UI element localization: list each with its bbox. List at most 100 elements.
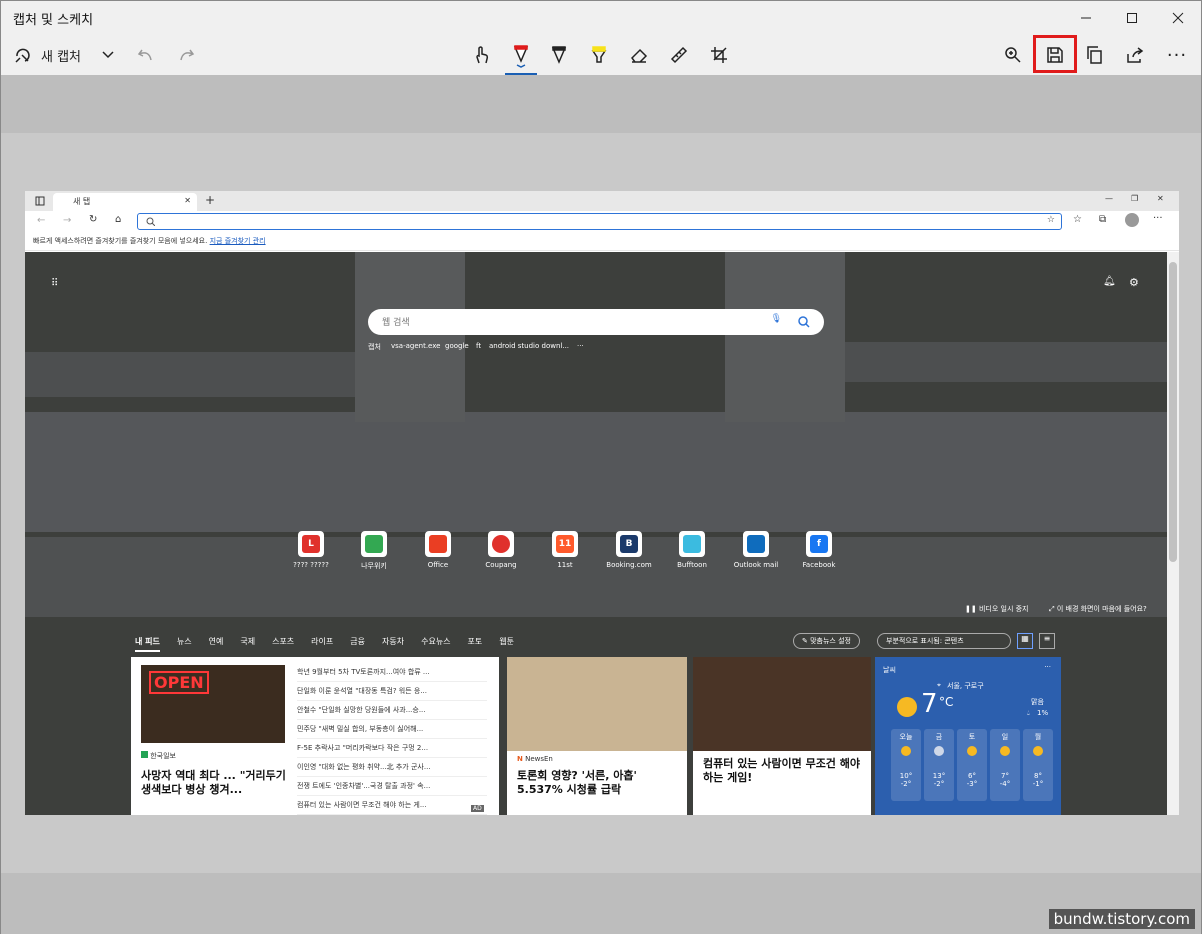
forecast-day[interactable]: 토 6° -3°: [957, 729, 987, 801]
quick-link-tile[interactable]: f Facebook: [791, 531, 847, 569]
quick-link-tile[interactable]: L ???? ?????: [283, 531, 339, 569]
new-tab-icon[interactable]: +: [205, 193, 215, 207]
browser-close-icon[interactable]: ✕: [1157, 194, 1164, 203]
back-icon[interactable]: ←: [37, 215, 45, 226]
quick-link-tile[interactable]: Office: [410, 531, 466, 569]
quick-link-tile[interactable]: 나무위키: [346, 531, 402, 571]
notification-bell-icon[interactable]: 🔔︎: [1103, 276, 1116, 287]
close-button[interactable]: [1155, 1, 1201, 35]
news-tab[interactable]: 라이프: [311, 636, 333, 652]
news-list-item[interactable]: 안철수 "단일화 실망한 당원들에 사과...승...: [297, 701, 487, 720]
news-list-item[interactable]: 이인영 "대화 없는 평화 취약...北 추가 군사...: [297, 758, 487, 777]
news-tab[interactable]: 뉴스: [177, 636, 192, 652]
news-card-entertainment[interactable]: N NewsEn 토론회 영향? '서른, 아홉' 5.537% 시청률 급락: [507, 657, 687, 815]
ballpoint-pen-button[interactable]: [505, 39, 537, 75]
quick-link-tile[interactable]: 11 11st: [537, 531, 593, 569]
pause-video-button[interactable]: ❚❚ 비디오 일시 중지: [965, 604, 1029, 614]
personalize-button[interactable]: ✎ 맞춤뉴스 설정: [793, 633, 860, 649]
quick-link-tile[interactable]: B Booking.com: [601, 531, 657, 569]
display-mode-dropdown[interactable]: 부분적으로 표시됨: 콘텐츠: [877, 633, 1011, 649]
news-card-main[interactable]: OPEN 한국일보 사망자 역대 최다 ... "거리두기 생색보다 병상 챙겨…: [131, 657, 499, 815]
more-options-button[interactable]: ···: [1161, 39, 1193, 71]
browser-tab[interactable]: 새 탭 ✕: [53, 193, 197, 211]
news-list-item[interactable]: 컴퓨터 있는 사람이면 무조건 해야 하는 게...: [297, 796, 487, 815]
news-tab[interactable]: 웹툰: [499, 636, 514, 652]
news-tab[interactable]: 금융: [350, 636, 365, 652]
favorites-hint: 빠르게 액세스하려면 즐겨찾기를 즐겨찾기 모음에 넣으세요.: [33, 237, 208, 245]
refresh-icon[interactable]: ↻: [89, 214, 97, 225]
quick-search-chip[interactable]: vsa-agent.exe: [391, 342, 440, 350]
quick-search-more[interactable]: ···: [577, 342, 584, 350]
weather-location[interactable]: 서울, 구로구: [947, 681, 984, 691]
quick-link-tile[interactable]: Coupang: [473, 531, 529, 569]
captured-image[interactable]: 새 탭 ✕ + — ❐ ✕ ← → ↻ ⌂ ☆ ☆ ⧉ ··· 빠르게 액세스하…: [25, 191, 1179, 815]
ruler-button[interactable]: [665, 39, 693, 71]
pencil-button[interactable]: [545, 39, 573, 71]
eraser-button[interactable]: [625, 39, 653, 71]
touch-writing-button[interactable]: [467, 39, 495, 71]
highlighter-button[interactable]: [585, 39, 613, 71]
forecast-day[interactable]: 금 13° -2°: [924, 729, 954, 801]
scrollbar-thumb[interactable]: [1169, 262, 1177, 562]
manage-favorites-link[interactable]: 지금 즐겨찾기 관리: [210, 237, 266, 245]
news-headline[interactable]: 토론회 영향? '서른, 아홉' 5.537% 시청률 급락: [517, 769, 677, 797]
redo-button[interactable]: [173, 39, 199, 71]
tab-close-icon[interactable]: ✕: [184, 196, 191, 205]
news-list-item[interactable]: 전쟁 트에도 '인종차별'...국경 탈출 과정' 속...: [297, 777, 487, 796]
news-tab[interactable]: 스포츠: [272, 636, 294, 652]
news-tab[interactable]: 수요뉴스: [421, 636, 450, 652]
share-button[interactable]: [1121, 39, 1149, 71]
address-bar[interactable]: ☆: [137, 213, 1062, 230]
favorite-star-icon[interactable]: ☆: [1047, 215, 1055, 225]
news-list-item[interactable]: 단일화 이룬 윤석열 "대장동 특검? 워든 응...: [297, 682, 487, 701]
quick-link-tile[interactable]: Outlook mail: [728, 531, 784, 569]
news-list-item[interactable]: 민주당 "새벽 밀실 합의, 부동층이 싫어해...: [297, 720, 487, 739]
news-tab[interactable]: 내 피드: [135, 636, 160, 652]
highway-ramp-right: [725, 252, 845, 422]
forecast-day[interactable]: 오늘 10° -2°: [891, 729, 921, 801]
microphone-icon[interactable]: 🎙︎: [771, 314, 782, 324]
quick-search-chip[interactable]: google: [445, 342, 469, 350]
news-tab[interactable]: 연예: [209, 636, 224, 652]
settings-gear-icon[interactable]: ⚙: [1129, 276, 1139, 289]
browser-restore-icon[interactable]: ❐: [1131, 194, 1138, 203]
crop-button[interactable]: [705, 39, 733, 71]
quick-search-chip[interactable]: ft: [476, 342, 481, 350]
news-list-item[interactable]: 학년 9월부터 5차 TV토론까지...여야 합류 ...: [297, 663, 487, 682]
collections-icon[interactable]: ⧉: [1099, 214, 1106, 225]
zoom-button[interactable]: [999, 39, 1027, 71]
browser-minimize-icon[interactable]: —: [1105, 194, 1113, 203]
apps-grid-icon[interactable]: ⠿: [51, 278, 58, 289]
weather-more-icon[interactable]: ···: [1044, 663, 1051, 671]
quick-link-tile[interactable]: Bufftoon: [664, 531, 720, 569]
search-submit-icon[interactable]: [798, 316, 810, 328]
page-scrollbar[interactable]: [1167, 252, 1179, 815]
forecast-day[interactable]: 월 8° -1°: [1023, 729, 1053, 801]
news-card-ad[interactable]: 컴퓨터 있는 사람이면 무조건 해야 하는 게임!: [693, 657, 871, 815]
undo-button[interactable]: [133, 39, 159, 71]
favorites-icon[interactable]: ☆: [1073, 214, 1082, 225]
news-tab[interactable]: 국제: [240, 636, 255, 652]
background-feedback[interactable]: ⤢ 이 배경 화면이 마음에 들어요?: [1049, 604, 1147, 614]
capture-mode-dropdown[interactable]: [97, 39, 119, 71]
news-list-item[interactable]: F-5E 추락사고 "머리카락보다 작은 구멍 2...: [297, 739, 487, 758]
quick-search-chip[interactable]: android studio downl...: [489, 342, 569, 350]
forecast-day[interactable]: 일 7° -4°: [990, 729, 1020, 801]
news-headline[interactable]: 컴퓨터 있는 사람이면 무조건 해야 하는 게임!: [703, 757, 863, 785]
quick-search-chip[interactable]: 캡처: [368, 342, 381, 352]
temperature-unit[interactable]: °C: [939, 695, 953, 709]
web-search-box[interactable]: 웹 검색 🎙︎: [368, 309, 824, 335]
copy-button[interactable]: [1081, 39, 1109, 71]
browser-menu-icon[interactable]: ···: [1153, 213, 1163, 224]
news-headline[interactable]: 사망자 역대 최다 ... "거리두기 생색보다 병상 챙겨...: [141, 769, 291, 797]
grid-view-icon[interactable]: ▦: [1017, 633, 1033, 649]
profile-avatar[interactable]: [1125, 213, 1139, 227]
list-view-icon[interactable]: ≡: [1039, 633, 1055, 649]
news-tab[interactable]: 포토: [468, 636, 483, 652]
forward-icon[interactable]: →: [63, 215, 71, 226]
maximize-button[interactable]: [1109, 1, 1155, 35]
weather-card[interactable]: 날씨 ··· ⌖ 서울, 구로구 7 °C 맑음 💧︎ 1% 오늘 10° -2° …: [875, 657, 1061, 815]
minimize-button[interactable]: [1063, 1, 1109, 35]
news-tab[interactable]: 자동차: [382, 636, 404, 652]
home-icon[interactable]: ⌂: [115, 214, 121, 225]
